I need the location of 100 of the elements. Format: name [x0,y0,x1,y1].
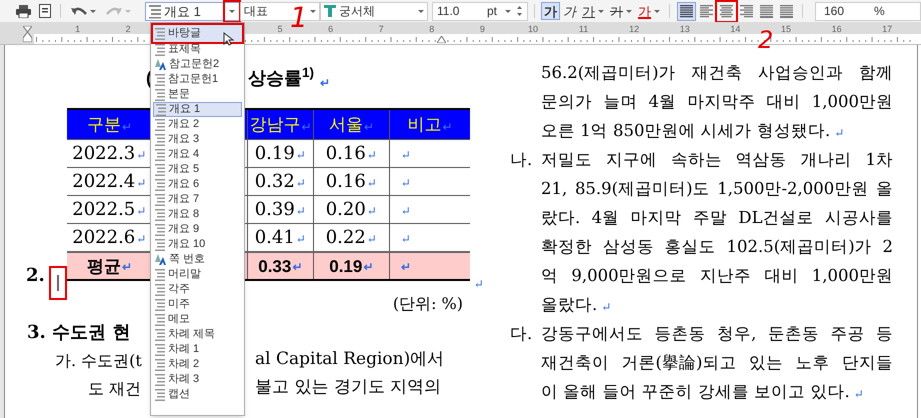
style-menu-item[interactable]: 개요 4 [153,147,242,162]
style-menu-item[interactable]: 각주 [153,282,242,297]
paragraph-style-icon [155,344,165,356]
style-menu-item[interactable]: 개요 7 [153,192,242,207]
paragraph-style-icon [155,178,165,190]
paragraph-style-icon [149,4,161,18]
align-button[interactable] [677,2,696,20]
mouse-pointer-icon [223,32,235,46]
style-menu-item[interactable]: 본문 [153,87,242,102]
paragraph-mark: ↵ [400,147,411,164]
dropdown-button[interactable] [225,2,239,20]
paragraph-style-icon [155,284,165,296]
style-menu-item[interactable]: 참고문헌1 [153,72,242,87]
paragraph-style-icon [155,194,165,206]
style-dropdown[interactable]: 개요 1 [145,2,240,20]
paragraph-mark: ↵ [292,259,302,276]
style-menu-item[interactable]: 개요 10 [153,237,242,252]
list-marker: 나. [510,149,532,172]
paragraph-mark: ↵ [301,119,312,136]
style-menu-item[interactable]: 바탕글 [153,25,242,42]
ruler-number: 9 [480,25,485,34]
paragraph-text: 올랐다. [541,294,598,316]
paragraph-mark: ↵ [400,203,411,220]
style-menu-item[interactable]: 메모 [153,312,242,327]
column-header: 강남구↵ [248,110,314,139]
paragraph-style-icon [155,328,165,340]
print-button[interactable] [14,2,32,20]
paragraph-text: 랐다. [541,207,580,230]
paragraph-mark: ↵ [122,259,132,276]
heading-number: 2. [26,267,45,285]
list-marker: 다. [510,323,532,346]
paragraph-text: al Capital Region)에서 [255,348,444,372]
align-button[interactable] [717,2,736,20]
style-menu-item[interactable]: 차례 제목 [153,327,242,342]
format-button[interactable]: 가 [579,2,607,20]
ruler-number: 6 [328,25,334,34]
paragraph-text: 1,000만원 [812,265,893,288]
paragraph-text: 85.9(제곱미터)도 [574,178,710,200]
format-button[interactable]: 가 [560,2,579,20]
preview-button[interactable] [36,2,54,20]
zoom-field[interactable]: 160 % [815,2,921,20]
paragraph-text: 속하는 [670,149,722,172]
style-menu-item[interactable]: 개요 5 [153,162,242,177]
format-button[interactable]: 가 [541,2,560,20]
paragraph-text: 21, [541,178,568,200]
style-menu-item[interactable]: 차례 3 [153,372,242,387]
style-menu-item[interactable]: 미주 [153,297,242,312]
paragraph-mark: ↵ [834,125,844,142]
style-menu-item[interactable]: 참고문헌2 [153,57,242,72]
table-cell: 0.16↵ [314,168,390,195]
character-style-icon [155,254,166,265]
align-center-icon [720,4,733,18]
style-menu-item[interactable]: 개요 2 [153,117,242,132]
style-menu-item[interactable]: 캡션 [153,387,242,402]
paragraph-text: 문의가 [541,91,592,114]
paragraph-style-icon [155,208,165,220]
page-icon [39,4,51,18]
format-button[interactable]: 가 [607,2,635,20]
paragraph-text: 억 [541,265,558,288]
ruler-number: 16 [832,25,842,34]
paragraph-text: 늘며 [603,91,638,114]
paragraph-text: 확정한 [541,236,592,258]
format-button[interactable]: 가 [635,2,663,20]
paragraph-text: 시공사를 [824,207,893,230]
style-menu-item[interactable]: 차례 1 [153,342,242,357]
paragraph-text: 불고 있는 경기도 지역의 [255,376,442,400]
paragraph-style-icon [155,74,165,86]
character-style-icon [155,59,166,70]
style-menu-item[interactable]: 쪽 번호 [153,252,242,267]
style-menu-item[interactable]: 머리말 [153,267,242,282]
paragraph-mark: ↵ [136,231,146,248]
paragraph-text: 가. 수도권(t [55,350,142,370]
font-size-field[interactable]: 11.0 pt [432,2,528,20]
paragraph-text: 1차 [865,149,893,172]
caret-icon [229,10,235,12]
style-menu-item[interactable]: 표제목 [153,42,242,57]
style-menu-item[interactable]: 개요 6 [153,177,242,192]
language-value: 대표 [244,3,268,20]
align-left-icon [700,4,713,18]
paragraph-mark: ↵ [296,203,306,220]
paragraph-mark: ↵ [296,175,306,192]
style-menu-item[interactable]: 개요 3 [153,132,242,147]
ruler-number: 15 [781,25,791,34]
paragraph-text: 4월 [648,91,676,114]
paragraph-text: 1,500만-2,000만원 [717,178,868,200]
zoom-value: 160 [824,3,846,20]
style-menu-item[interactable]: 개요 1 [153,102,242,117]
style-menu-item[interactable]: 차례 2 [153,357,242,372]
unit-label: pt [487,3,498,20]
style-menu-item[interactable]: 개요 8 [153,207,242,222]
paragraph-text: 주공 [830,323,864,346]
paragraph-text: 마지막주 [687,91,756,114]
margin-marker-icon [437,36,446,43]
align-right-icon [740,4,753,18]
paragraph-text: 대비 [766,91,800,114]
caret-icon [654,10,660,12]
paragraph-mark: ↵ [122,119,132,136]
font-dropdown[interactable]: 궁서체 [320,2,428,20]
style-menu-item[interactable]: 개요 9 [153,222,242,237]
ruler-number: 13 [680,25,690,34]
